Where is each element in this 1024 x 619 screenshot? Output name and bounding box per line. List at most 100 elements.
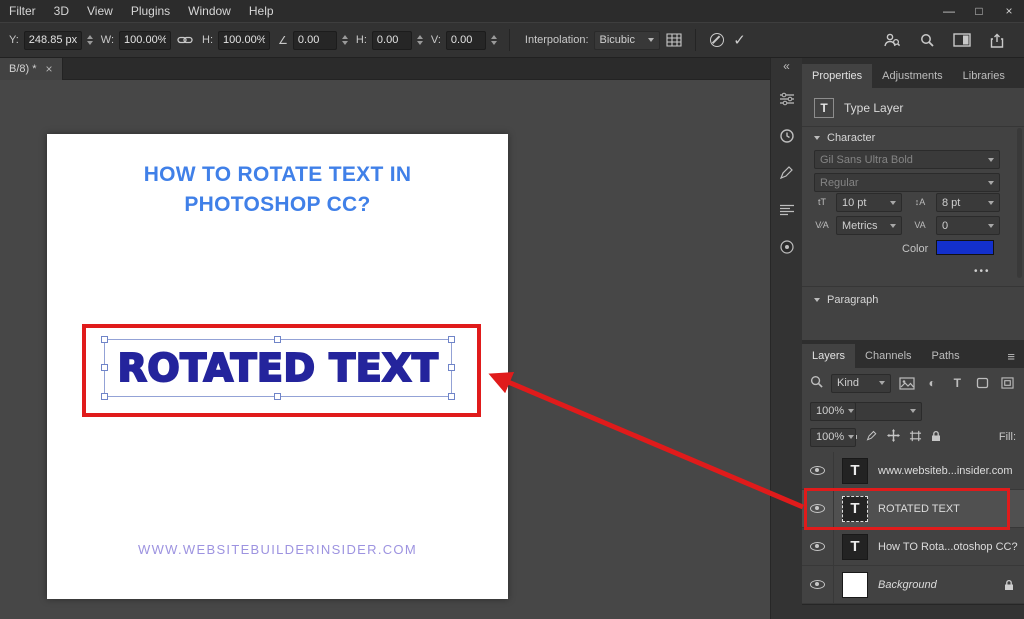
restore-button[interactable]: □ [964, 0, 994, 22]
canvas-area[interactable]: HOW TO ROTATE TEXT IN PHOTOSHOP CC? ROTA… [0, 80, 770, 619]
transform-handle-top-left[interactable] [101, 336, 108, 343]
divider [802, 126, 1024, 127]
user-search-icon[interactable] [883, 29, 901, 51]
height-label: H: [202, 34, 213, 46]
tab-properties[interactable]: Properties [802, 64, 872, 88]
angle-stepper[interactable] [342, 35, 348, 45]
close-button[interactable]: × [994, 0, 1024, 22]
warp-mode-toggle-icon[interactable] [665, 29, 683, 51]
leading-icon: ↕A [910, 197, 930, 207]
cancel-transform-button[interactable] [708, 29, 726, 51]
visibility-toggle[interactable] [802, 528, 834, 566]
paragraph-section-label: Paragraph [827, 294, 878, 306]
filter-pixel-layers-icon[interactable] [899, 377, 916, 390]
width-input[interactable] [119, 31, 171, 50]
lock-position-icon[interactable] [887, 429, 900, 445]
menu-plugins[interactable]: Plugins [122, 0, 179, 22]
document-page[interactable]: HOW TO ROTATE TEXT IN PHOTOSHOP CC? ROTA… [47, 134, 508, 599]
transform-handle-middle-left[interactable] [101, 364, 108, 371]
filter-adjustment-layers-icon[interactable]: ◐ [924, 376, 941, 390]
filter-smart-objects-icon[interactable] [999, 377, 1016, 389]
layer-row-website-text[interactable]: T www.websiteb...insider.com [802, 452, 1024, 490]
interpolation-select[interactable]: Bicubic [594, 31, 660, 50]
transform-handle-top-right[interactable] [448, 336, 455, 343]
transform-handle-bottom-right[interactable] [448, 393, 455, 400]
tab-layers[interactable]: Layers [802, 344, 855, 368]
menu-window[interactable]: Window [179, 0, 240, 22]
menu-3d[interactable]: 3D [45, 0, 78, 22]
y-stepper[interactable] [87, 35, 93, 45]
search-icon[interactable] [918, 29, 936, 51]
y-position-input[interactable] [24, 31, 82, 50]
font-family-select[interactable]: Gil Sans Ultra Bold [814, 150, 1000, 169]
link-dimensions-icon[interactable] [176, 29, 194, 51]
character-section-header[interactable]: Character [814, 132, 875, 144]
skew-v-input[interactable] [446, 31, 486, 50]
filter-search-icon[interactable] [810, 375, 823, 391]
background-layer-thumbnail[interactable] [842, 572, 868, 598]
tab-close-icon[interactable]: × [46, 62, 53, 76]
angle-input[interactable] [293, 31, 337, 50]
tab-paths[interactable]: Paths [922, 344, 970, 368]
workspace-toggle-icon[interactable] [953, 29, 971, 51]
text-layer-thumbnail[interactable]: T [842, 534, 868, 560]
text-color-swatch[interactable] [936, 240, 994, 255]
skew-v-label: V: [431, 34, 441, 46]
menu-filter[interactable]: Filter [0, 0, 45, 22]
transform-bounding-box[interactable]: ROTATED TEXT [104, 339, 452, 397]
tab-adjustments[interactable]: Adjustments [872, 64, 953, 88]
opacity-select[interactable]: 100% [810, 402, 856, 421]
skew-h-stepper[interactable] [417, 35, 423, 45]
skew-h-input[interactable] [372, 31, 412, 50]
paragraph-panel-icon[interactable] [775, 198, 799, 222]
rotate-angle-icon: ∠ [278, 34, 288, 47]
lock-all-icon[interactable] [931, 430, 941, 445]
more-options-icon[interactable]: ••• [974, 266, 991, 277]
transform-handle-top-center[interactable] [274, 336, 281, 343]
minimize-button[interactable]: — [934, 0, 964, 22]
leading-select[interactable]: 8 pt [936, 193, 1000, 212]
visibility-toggle[interactable] [802, 452, 834, 490]
visibility-toggle[interactable] [802, 566, 834, 604]
font-size-select[interactable]: 10 pt [836, 193, 902, 212]
menu-view[interactable]: View [78, 0, 122, 22]
lock-artboard-icon[interactable] [909, 430, 922, 445]
skew-v-stepper[interactable] [491, 35, 497, 45]
document-tab[interactable]: B/8) * × [0, 58, 63, 80]
fill-label: Fill: [999, 431, 1016, 443]
layers-panel-menu-icon[interactable]: ≡ [998, 344, 1024, 368]
font-style-select[interactable]: Regular [814, 173, 1000, 192]
brush-settings-panel-icon[interactable] [775, 161, 799, 185]
filter-type-layers-icon[interactable]: T [949, 376, 966, 390]
font-size-icon: tT [812, 197, 832, 207]
commit-transform-button[interactable]: ✓ [731, 29, 749, 51]
tab-libraries[interactable]: Libraries [953, 64, 1015, 88]
fill-select[interactable]: 100% [810, 428, 856, 447]
lock-pixels-icon[interactable] [866, 430, 878, 445]
layer-row-how-to-text[interactable]: T How TO Rota...otoshop CC? [802, 528, 1024, 566]
layer-name[interactable]: Background [878, 579, 937, 591]
clone-source-panel-icon[interactable] [775, 235, 799, 259]
expand-panels-icon[interactable]: « [783, 59, 790, 74]
transform-handle-middle-right[interactable] [448, 364, 455, 371]
height-input[interactable] [218, 31, 270, 50]
properties-panel-menu-icon[interactable]: ≡ [1015, 64, 1024, 88]
kerning-select[interactable]: Metrics [836, 216, 902, 235]
menu-help[interactable]: Help [240, 0, 283, 22]
filter-kind-value: Kind [837, 377, 859, 389]
layer-row-background[interactable]: Background [802, 566, 1024, 604]
text-layer-thumbnail[interactable]: T [842, 458, 868, 484]
properties-scrollbar[interactable] [1017, 128, 1022, 278]
transform-handle-bottom-left[interactable] [101, 393, 108, 400]
filter-kind-select[interactable]: Kind [831, 374, 891, 393]
history-panel-icon[interactable] [775, 124, 799, 148]
adjustments-panel-icon[interactable] [775, 87, 799, 111]
tab-channels[interactable]: Channels [855, 344, 921, 368]
layer-name[interactable]: How TO Rota...otoshop CC? [878, 541, 1018, 553]
filter-shape-layers-icon[interactable] [974, 377, 991, 389]
layer-name[interactable]: www.websiteb...insider.com [878, 465, 1013, 477]
tracking-select[interactable]: 0 [936, 216, 1000, 235]
paragraph-section-header[interactable]: Paragraph [814, 294, 878, 306]
transform-handle-bottom-center[interactable] [274, 393, 281, 400]
share-icon[interactable] [988, 29, 1006, 51]
